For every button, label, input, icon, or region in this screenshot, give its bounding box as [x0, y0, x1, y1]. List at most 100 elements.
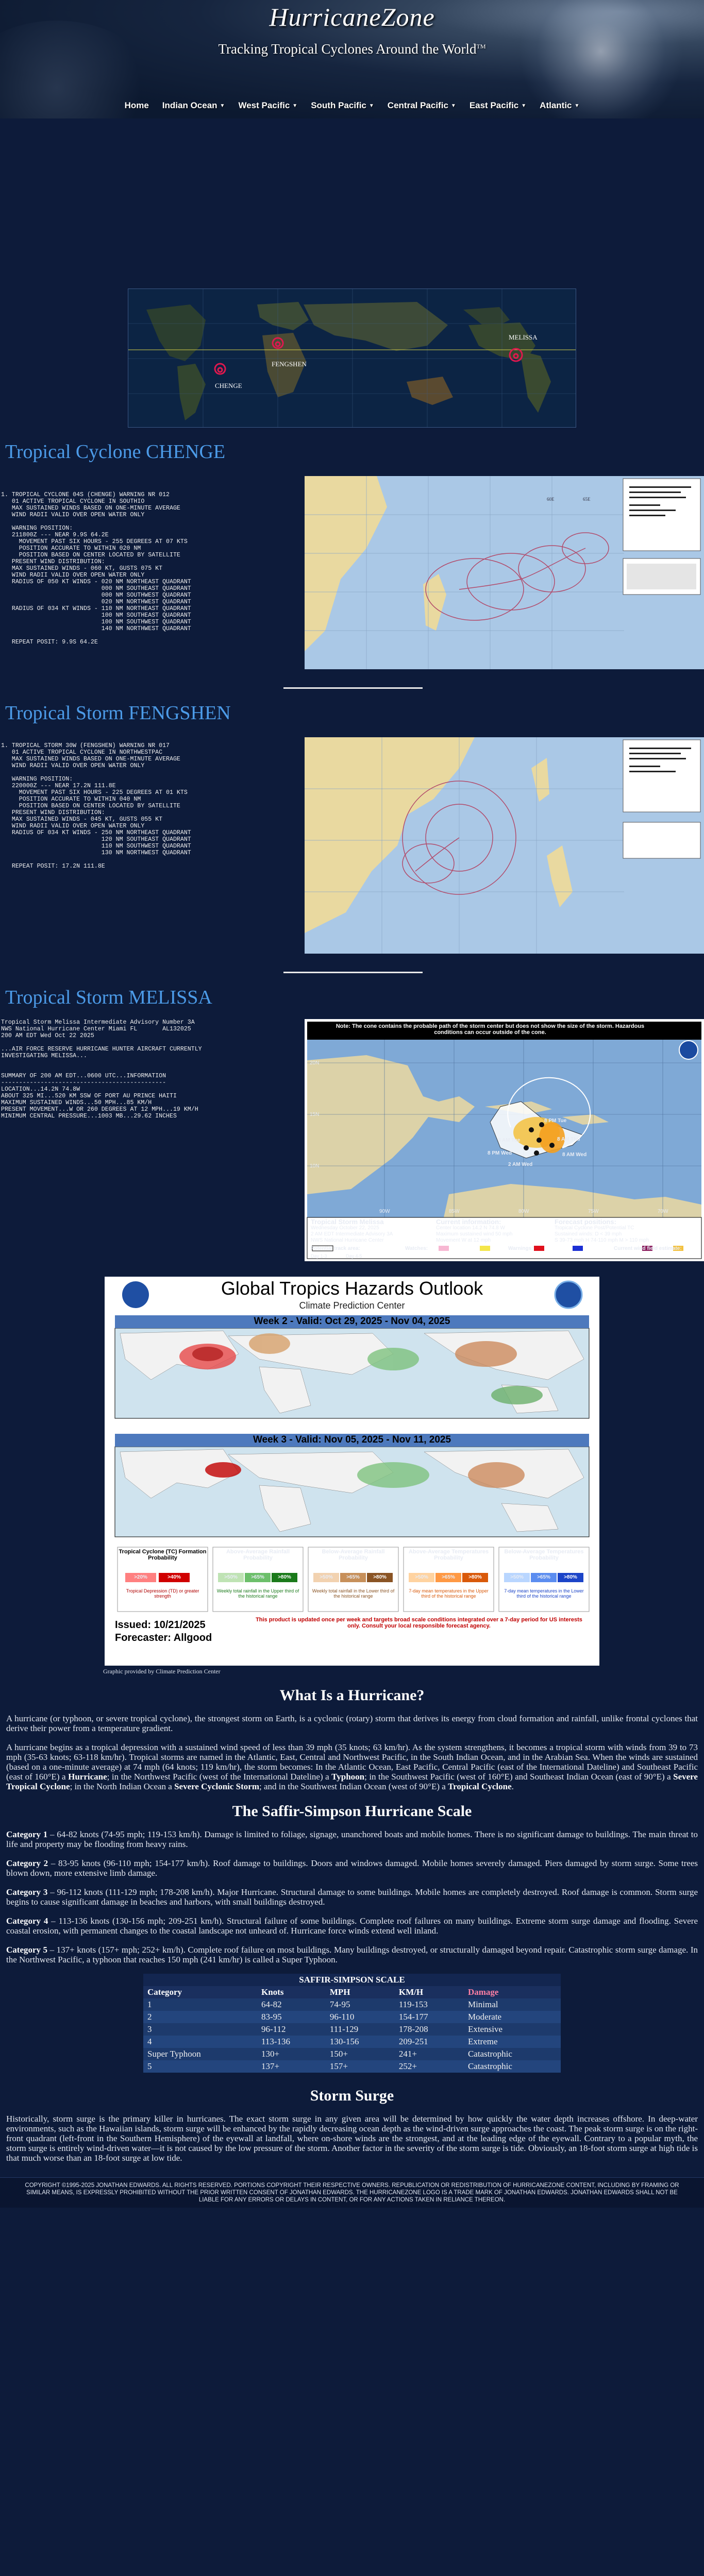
main-content: MELISSA FENGSHEN CHENGE Tropical Cyclone… — [0, 289, 704, 2168]
table-cell: 1 — [143, 1998, 257, 2011]
center-location: Center location 14.2 N 74.8 W — [436, 1225, 505, 1231]
storm-heading-fengshen[interactable]: Tropical Storm FENGSHEN — [0, 702, 704, 724]
table-cell: 178-208 — [394, 2023, 464, 2036]
nav-west-pacific[interactable]: West Pacific ▼ — [238, 100, 297, 111]
site-tagline: Tracking Tropical Cyclones Around the Wo… — [218, 41, 486, 57]
table-cell: Catastrophic — [463, 2060, 561, 2073]
lon-label: 90W — [379, 1209, 390, 1214]
table-cell: 119-153 — [394, 1998, 464, 2011]
saffir-simpson-table: SAFFIR-SIMPSON SCALE Category Knots MPH … — [143, 1974, 561, 2073]
legend-below-temp-mid: >65% — [537, 1574, 550, 1580]
legend-tc-title: Tropical Cyclone (TC) Formation Probabil… — [119, 1549, 207, 1561]
nav-home[interactable]: Home — [125, 100, 149, 111]
nav-central-pacific[interactable]: Central Pacific ▼ — [388, 100, 456, 111]
storm-section-chenge: 1. TROPICAL CYCLONE 04S (CHENGE) WARNING… — [0, 476, 704, 669]
table-cell: Moderate — [463, 2011, 561, 2023]
table-row: 3 96-112 111-129 178-208 Extensive — [143, 2023, 561, 2036]
track-map-chenge[interactable]: 60E 65E — [305, 476, 704, 669]
table-cell: 2 — [143, 2011, 257, 2023]
legend-above-temp-title: Above-Average Temperatures Probability — [408, 1549, 489, 1561]
global-tropics-hazards-outlook[interactable]: Global Tropics Hazards Outlook Climate P… — [105, 1277, 599, 1666]
category-3-description: Category 3 – 96-112 knots (111-129 mph; … — [6, 1887, 698, 1907]
legend-above-rain-lo: >50% — [224, 1574, 238, 1580]
map-label-fengshen[interactable]: FENGSHEN — [272, 360, 307, 368]
legend-above-temp-mid: >65% — [442, 1574, 455, 1580]
table-cell: Minimal — [463, 1998, 561, 2011]
warnings-heading: Warnings: — [508, 1246, 533, 1251]
chevron-down-icon: ▼ — [450, 103, 456, 109]
forecast-point-label: 8 AM Tue — [498, 1138, 521, 1143]
advisory-text-fengshen: 1. TROPICAL STORM 30W (FENGSHEN) WARNING… — [1, 742, 191, 870]
nav-east-pacific[interactable]: East Pacific ▼ — [470, 100, 526, 111]
forecast-point-label: 8 AM Wed — [562, 1152, 587, 1158]
legend-above-temp-note: 7-day mean temperatures in the Upper thi… — [409, 1588, 489, 1599]
chevron-down-icon: ▼ — [292, 103, 298, 109]
current-info-block: Current information: Center location 14.… — [436, 1218, 513, 1244]
table-header-row: Category Knots MPH KM/H Damage — [143, 1986, 561, 1998]
table-cell: 5 — [143, 2060, 257, 2073]
nav-atlantic[interactable]: Atlantic ▼ — [540, 100, 579, 111]
storm-section-melissa: Tropical Storm Melissa Intermediate Advi… — [0, 1019, 704, 1261]
legend-below-rain-hi: >80% — [373, 1574, 387, 1580]
track-map-melissa[interactable]: Note: The cone contains the probable pat… — [305, 1019, 704, 1261]
legend-below-rain-title: Below-Average Rainfall Probability — [322, 1549, 385, 1561]
forecast-point-label: 8 PM Tue — [544, 1118, 567, 1124]
column-header: Damage — [463, 1986, 561, 1998]
table-caption: SAFFIR-SIMPSON SCALE — [143, 1974, 561, 1986]
hazards-issued: Issued: 10/21/2025 — [115, 1619, 206, 1631]
site-title[interactable]: HurricaneZone — [0, 2, 704, 32]
table-row: 2 83-95 96-110 154-177 Moderate — [143, 2011, 561, 2023]
storm-map-title: Tropical Storm Melissa — [311, 1218, 384, 1226]
hazards-disclaimer: This product is updated once per week an… — [256, 1617, 582, 1629]
lat-label: 10N — [310, 1163, 320, 1169]
storm-surge-title: Storm Surge — [310, 2087, 394, 2104]
forecast-point-label: 2 AM Wed — [508, 1162, 533, 1167]
track-map-fengshen[interactable] — [305, 737, 704, 954]
advisory-number: 2 AM EDT Intermediate Advisory 3A — [311, 1231, 393, 1237]
advisory-date: Wednesday October 22, 2025 — [311, 1225, 379, 1231]
trademark: TM — [476, 43, 486, 50]
storm-surge-paragraph: Historically, storm surge is the primary… — [6, 2114, 698, 2163]
sustained-legend: Sustained winds: D < 39 mph — [555, 1231, 622, 1237]
chevron-down-icon: ▼ — [368, 103, 374, 109]
what-is-paragraph-1: A hurricane (or typhoon, or severe tropi… — [6, 1714, 698, 1733]
legend-above-temp-lo: >50% — [415, 1574, 428, 1580]
watches-heading: Watches: — [405, 1246, 428, 1251]
table-cell: 209-251 — [394, 2036, 464, 2048]
storm-heading-chenge[interactable]: Tropical Cyclone CHENGE — [0, 440, 704, 463]
current-info-heading: Current information: — [436, 1218, 501, 1226]
legend-above-temp-hi: >80% — [468, 1574, 482, 1580]
chevron-down-icon: ▼ — [521, 103, 527, 109]
hazards-subtitle: Climate Prediction Center — [299, 1300, 405, 1311]
column-header: MPH — [325, 1986, 395, 1998]
legend-above-rain-title: Above-Average Rainfall Probability — [226, 1549, 290, 1561]
category-1-description: Category 1 – 64-82 knots (74-95 mph; 119… — [6, 1829, 698, 1849]
movement: Movement W at 12 mph — [436, 1238, 491, 1243]
table-cell: 74-95 — [325, 1998, 395, 2011]
map-label-melissa[interactable]: MELISSA — [509, 333, 538, 342]
category-5-description: Category 5 – 137+ knots (157+ mph; 252+ … — [6, 1945, 698, 1964]
lon-label: 80W — [518, 1209, 529, 1214]
advisory-text-chenge: 1. TROPICAL CYCLONE 04S (CHENGE) WARNING… — [1, 492, 191, 646]
table-cell: 83-95 — [257, 2011, 326, 2023]
storm-heading-melissa[interactable]: Tropical Storm MELISSA — [0, 986, 704, 1009]
table-cell: 130+ — [257, 2048, 326, 2060]
legend-above-rain-note: Weekly total rainfall in the Upper third… — [216, 1588, 299, 1599]
main-nav: Home Indian Ocean ▼ West Pacific ▼ South P… — [0, 100, 704, 111]
class-legend: S 39-73 mph H 74-110 mph M > 110 mph — [555, 1238, 649, 1243]
nav-south-pacific[interactable]: South Pacific ▼ — [311, 100, 374, 111]
hazards-title: Global Tropics Hazards Outlook — [221, 1278, 483, 1299]
legend-below-temp-note: 7-day mean temperatures in the Lower thi… — [504, 1588, 584, 1599]
table-cell: Extreme — [463, 2036, 561, 2048]
nav-indian-ocean[interactable]: Indian Ocean ▼ — [162, 100, 225, 111]
max-winds: Maximum sustained wind 50 mph — [436, 1231, 513, 1237]
category-4-description: Category 4 – 113-136 knots (130-156 mph;… — [6, 1916, 698, 1936]
legend-tc-hi: >40% — [167, 1574, 181, 1580]
forecast-legend-block: Forecast positions: Tropical Cyclone Pos… — [555, 1218, 649, 1244]
legend-below-temp-hi: >80% — [564, 1574, 577, 1580]
advisory-text-melissa: Tropical Storm Melissa Intermediate Advi… — [1, 1019, 202, 1120]
legend-below-rain-mid: >65% — [346, 1574, 360, 1580]
global-storm-map[interactable]: MELISSA FENGSHEN CHENGE — [128, 289, 576, 428]
table-cell: 96-112 — [257, 2023, 326, 2036]
map-label-chenge[interactable]: CHENGE — [215, 382, 242, 390]
